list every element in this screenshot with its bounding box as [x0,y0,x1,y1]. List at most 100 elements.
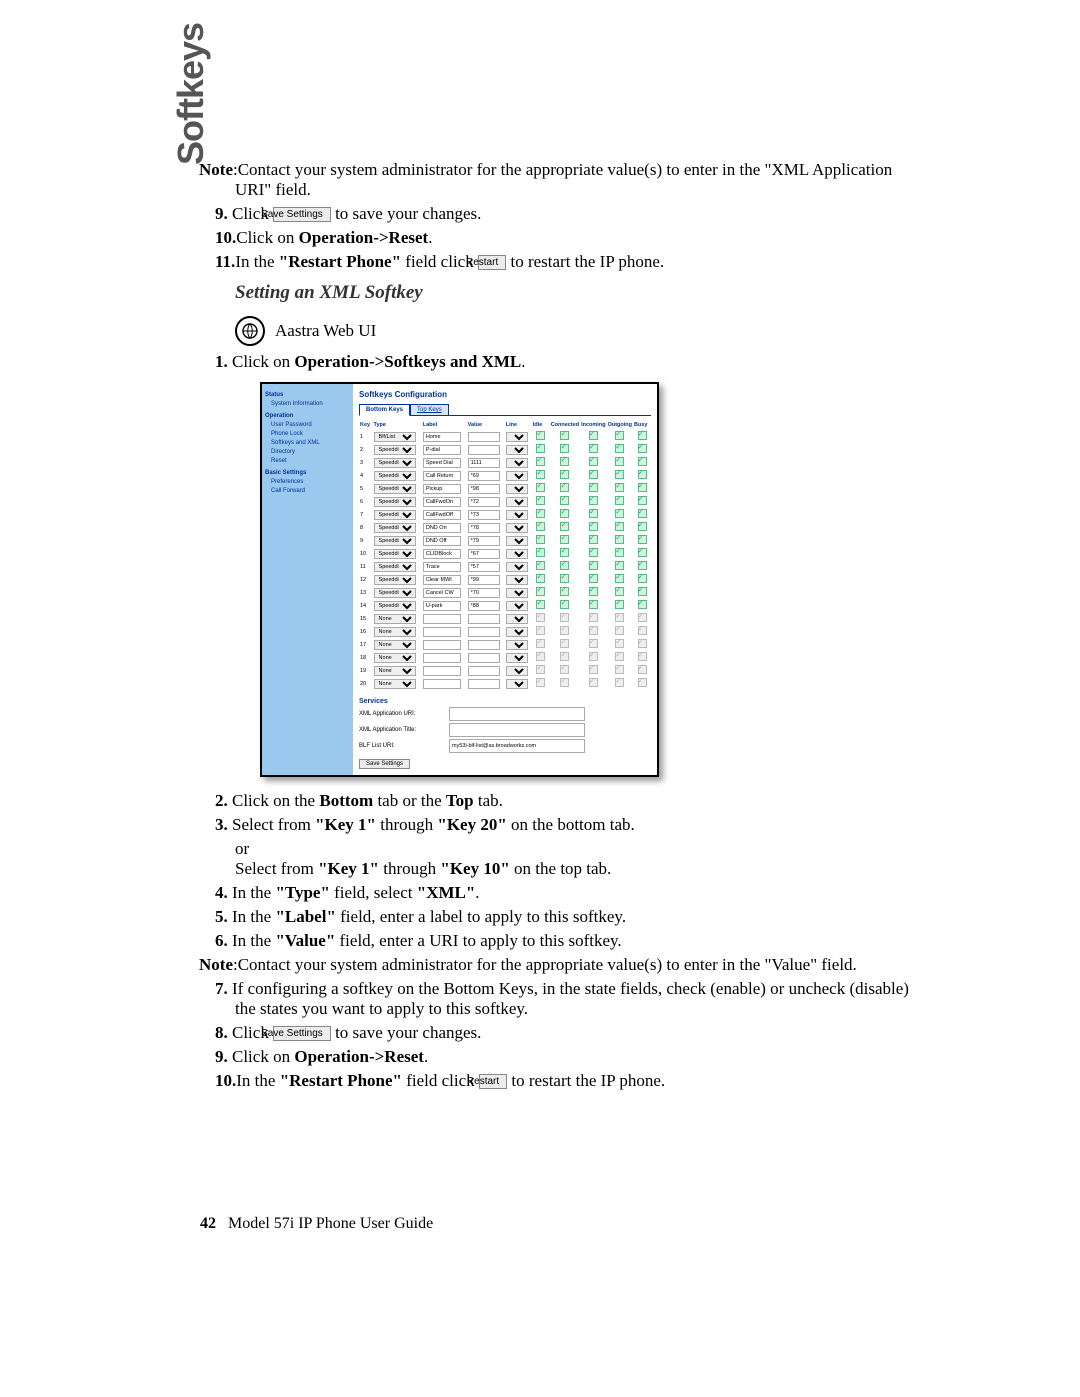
value-input[interactable] [468,432,500,442]
value-input[interactable] [468,536,500,546]
incoming-checkbox[interactable] [589,639,598,648]
label-input[interactable] [423,510,461,520]
type-select[interactable]: Speeddial [374,458,416,468]
line-select[interactable]: 1 [506,614,528,624]
incoming-checkbox[interactable] [589,522,598,531]
sidebar-item[interactable]: Phone Lock [265,430,350,439]
outgoing-checkbox[interactable] [615,561,624,570]
busy-checkbox[interactable] [638,639,647,648]
save-settings-button[interactable]: Save Settings [273,1026,331,1041]
value-input[interactable] [468,471,500,481]
idle-checkbox[interactable] [536,574,545,583]
label-input[interactable] [423,640,461,650]
line-select[interactable]: 1 [506,653,528,663]
connected-checkbox[interactable] [560,522,569,531]
busy-checkbox[interactable] [638,613,647,622]
value-input[interactable] [468,653,500,663]
value-input[interactable] [468,666,500,676]
type-select[interactable]: Speeddial [374,445,416,455]
label-input[interactable] [423,497,461,507]
type-select[interactable]: None [374,640,416,650]
busy-checkbox[interactable] [638,496,647,505]
incoming-checkbox[interactable] [589,665,598,674]
connected-checkbox[interactable] [560,665,569,674]
connected-checkbox[interactable] [560,444,569,453]
sidebar-item[interactable]: Directory [265,448,350,457]
label-input[interactable] [423,445,461,455]
value-input[interactable] [468,562,500,572]
sidebar-item[interactable]: Reset [265,457,350,466]
busy-checkbox[interactable] [638,678,647,687]
incoming-checkbox[interactable] [589,561,598,570]
line-select[interactable]: 1 [506,458,528,468]
idle-checkbox[interactable] [536,535,545,544]
label-input[interactable] [423,679,461,689]
value-input[interactable] [468,510,500,520]
label-input[interactable] [423,432,461,442]
type-select[interactable]: Speeddial [374,471,416,481]
incoming-checkbox[interactable] [589,444,598,453]
busy-checkbox[interactable] [638,535,647,544]
incoming-checkbox[interactable] [589,496,598,505]
line-select[interactable]: 1 [506,510,528,520]
label-input[interactable] [423,614,461,624]
restart-button[interactable]: Restart [478,255,506,270]
outgoing-checkbox[interactable] [615,665,624,674]
incoming-checkbox[interactable] [589,535,598,544]
idle-checkbox[interactable] [536,470,545,479]
sidebar-item[interactable]: System Information [265,400,350,409]
value-input[interactable] [468,588,500,598]
type-select[interactable]: Speeddial [374,588,416,598]
type-select[interactable]: Speeddial [374,601,416,611]
line-select[interactable]: 1 [506,549,528,559]
line-select[interactable]: 1 [506,523,528,533]
incoming-checkbox[interactable] [589,587,598,596]
svc-blf-input[interactable] [449,739,585,753]
connected-checkbox[interactable] [560,587,569,596]
outgoing-checkbox[interactable] [615,444,624,453]
connected-checkbox[interactable] [560,626,569,635]
idle-checkbox[interactable] [536,587,545,596]
value-input[interactable] [468,484,500,494]
type-select[interactable]: Speeddial [374,549,416,559]
line-select[interactable]: 1 [506,588,528,598]
outgoing-checkbox[interactable] [615,431,624,440]
value-input[interactable] [468,575,500,585]
idle-checkbox[interactable] [536,639,545,648]
busy-checkbox[interactable] [638,561,647,570]
type-select[interactable]: Speeddial [374,497,416,507]
connected-checkbox[interactable] [560,678,569,687]
idle-checkbox[interactable] [536,600,545,609]
incoming-checkbox[interactable] [589,457,598,466]
outgoing-checkbox[interactable] [615,574,624,583]
busy-checkbox[interactable] [638,665,647,674]
line-select[interactable]: 1 [506,445,528,455]
save-settings-button[interactable]: Save Settings [273,207,331,222]
outgoing-checkbox[interactable] [615,652,624,661]
outgoing-checkbox[interactable] [615,639,624,648]
incoming-checkbox[interactable] [589,626,598,635]
value-input[interactable] [468,614,500,624]
busy-checkbox[interactable] [638,483,647,492]
type-select[interactable]: None [374,627,416,637]
outgoing-checkbox[interactable] [615,535,624,544]
connected-checkbox[interactable] [560,561,569,570]
label-input[interactable] [423,653,461,663]
tab-top-keys[interactable]: Top Keys [410,404,449,416]
type-select[interactable]: None [374,666,416,676]
incoming-checkbox[interactable] [589,470,598,479]
type-select[interactable]: Speeddial [374,523,416,533]
line-select[interactable]: 1 [506,575,528,585]
idle-checkbox[interactable] [536,678,545,687]
idle-checkbox[interactable] [536,457,545,466]
label-input[interactable] [423,575,461,585]
line-select[interactable]: 1 [506,679,528,689]
outgoing-checkbox[interactable] [615,470,624,479]
incoming-checkbox[interactable] [589,652,598,661]
svc-xml-uri-input[interactable] [449,707,585,721]
sidebar-item[interactable]: User Password [265,421,350,430]
idle-checkbox[interactable] [536,652,545,661]
outgoing-checkbox[interactable] [615,613,624,622]
busy-checkbox[interactable] [638,470,647,479]
type-select[interactable]: Speeddial [374,510,416,520]
